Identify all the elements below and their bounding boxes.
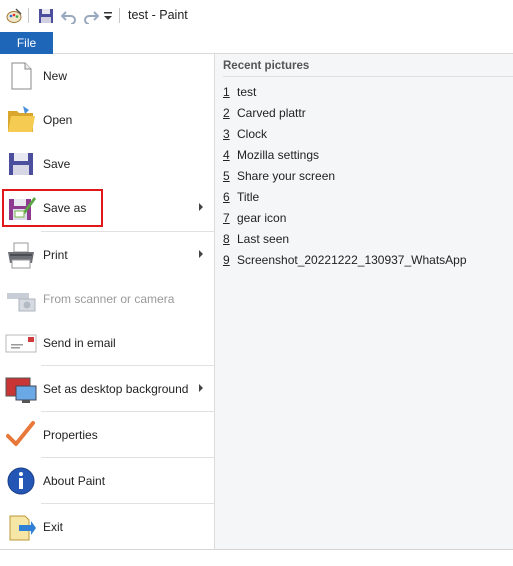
email-envelope-icon: [5, 327, 37, 359]
recent-item-label: Mozilla settings: [237, 148, 320, 162]
recent-item[interactable]: 8 Last seen: [223, 232, 289, 250]
recent-item-number: 4: [223, 148, 230, 162]
exit-icon: [5, 511, 37, 543]
menu-item-open[interactable]: Open: [0, 98, 214, 142]
menu-item-label: Exit: [43, 520, 64, 534]
title-separator: [119, 8, 120, 23]
redo-icon[interactable]: [81, 6, 101, 26]
title-bar: test - Paint: [0, 0, 513, 32]
submenu-arrow-icon: [199, 384, 203, 392]
customize-dropdown-icon[interactable]: [101, 6, 115, 26]
bottom-strip: [0, 550, 513, 566]
recent-item-number: 3: [223, 127, 230, 141]
recent-item[interactable]: 4 Mozilla settings: [223, 148, 319, 166]
undo-icon[interactable]: [59, 6, 79, 26]
paint-palette-icon[interactable]: [4, 6, 24, 26]
printer-icon: [5, 239, 37, 271]
recent-item-number: 8: [223, 232, 230, 246]
menu-item-label: Send in email: [43, 336, 116, 350]
recent-item-label: Last seen: [237, 232, 290, 246]
recent-item[interactable]: 1 test: [223, 85, 256, 103]
menu-item-label: Properties: [43, 428, 98, 442]
menu-divider: [41, 231, 214, 232]
info-icon: [5, 465, 37, 497]
menu-item-send-email[interactable]: Send in email: [0, 321, 214, 365]
file-menu: New Open Save Save as Print From scanner…: [0, 54, 214, 549]
menu-item-desktop-background[interactable]: Set as desktop background: [0, 367, 214, 411]
file-tab[interactable]: File: [0, 32, 53, 54]
recent-item[interactable]: 3 Clock: [223, 127, 267, 145]
window-title: test - Paint: [128, 8, 188, 22]
recent-item-number: 5: [223, 169, 230, 183]
submenu-arrow-icon: [199, 250, 203, 258]
scanner-camera-icon: [5, 283, 37, 315]
menu-item-exit[interactable]: Exit: [0, 505, 214, 549]
menu-divider: [41, 457, 214, 458]
recent-item[interactable]: 9 Screenshot_20221222_130937_WhatsApp: [223, 253, 467, 271]
checkmark-icon: [5, 419, 37, 451]
desktop-background-icon: [5, 373, 37, 405]
open-folder-icon: [5, 104, 37, 136]
recent-pictures-pane: Recent pictures 1 test 2 Carved plattr 3 Cl…: [215, 54, 513, 549]
menu-divider: [41, 411, 214, 412]
recent-item-label: test: [237, 85, 257, 99]
menu-item-label: Set as desktop background: [43, 382, 189, 396]
recent-item[interactable]: 7 gear icon: [223, 211, 286, 229]
menu-item-from-scanner: From scanner or camera: [0, 277, 214, 321]
recent-item-number: 9: [223, 253, 230, 267]
recent-item[interactable]: 6 Title: [223, 190, 259, 208]
menu-item-label: From scanner or camera: [43, 292, 175, 306]
menu-item-label: New: [43, 69, 68, 83]
recent-item-number: 1: [223, 85, 230, 99]
recent-item-number: 7: [223, 211, 230, 225]
recent-header-divider: [223, 76, 513, 77]
menu-item-label: Print: [43, 248, 68, 262]
menu-item-save[interactable]: Save: [0, 142, 214, 186]
menu-item-properties[interactable]: Properties: [0, 413, 214, 457]
recent-item-number: 6: [223, 190, 230, 204]
menu-item-about[interactable]: About Paint: [0, 459, 214, 503]
menu-item-label: Save: [43, 157, 71, 171]
new-document-icon: [5, 60, 37, 92]
recent-pictures-header: Recent pictures: [223, 60, 310, 72]
menu-item-new[interactable]: New: [0, 54, 214, 98]
save-as-highlight-box: [2, 189, 103, 227]
menu-item-label: Open: [43, 113, 73, 127]
title-separator: [28, 8, 29, 23]
recent-item-label: Clock: [237, 127, 268, 141]
recent-item[interactable]: 5 Share your screen: [223, 169, 335, 187]
menu-divider: [41, 503, 214, 504]
recent-item-number: 2: [223, 106, 230, 120]
save-icon: [5, 148, 37, 180]
menu-item-label: About Paint: [43, 474, 106, 488]
recent-item-label: Screenshot_20221222_130937_WhatsApp: [237, 253, 467, 267]
menu-divider: [41, 365, 214, 366]
recent-item-label: gear icon: [237, 211, 287, 225]
submenu-arrow-icon: [199, 203, 203, 211]
recent-item-label: Share your screen: [237, 169, 336, 183]
save-icon[interactable]: [36, 6, 56, 26]
recent-item[interactable]: 2 Carved plattr: [223, 106, 306, 124]
recent-item-label: Title: [237, 190, 260, 204]
menu-item-print[interactable]: Print: [0, 233, 214, 277]
recent-item-label: Carved plattr: [237, 106, 306, 120]
